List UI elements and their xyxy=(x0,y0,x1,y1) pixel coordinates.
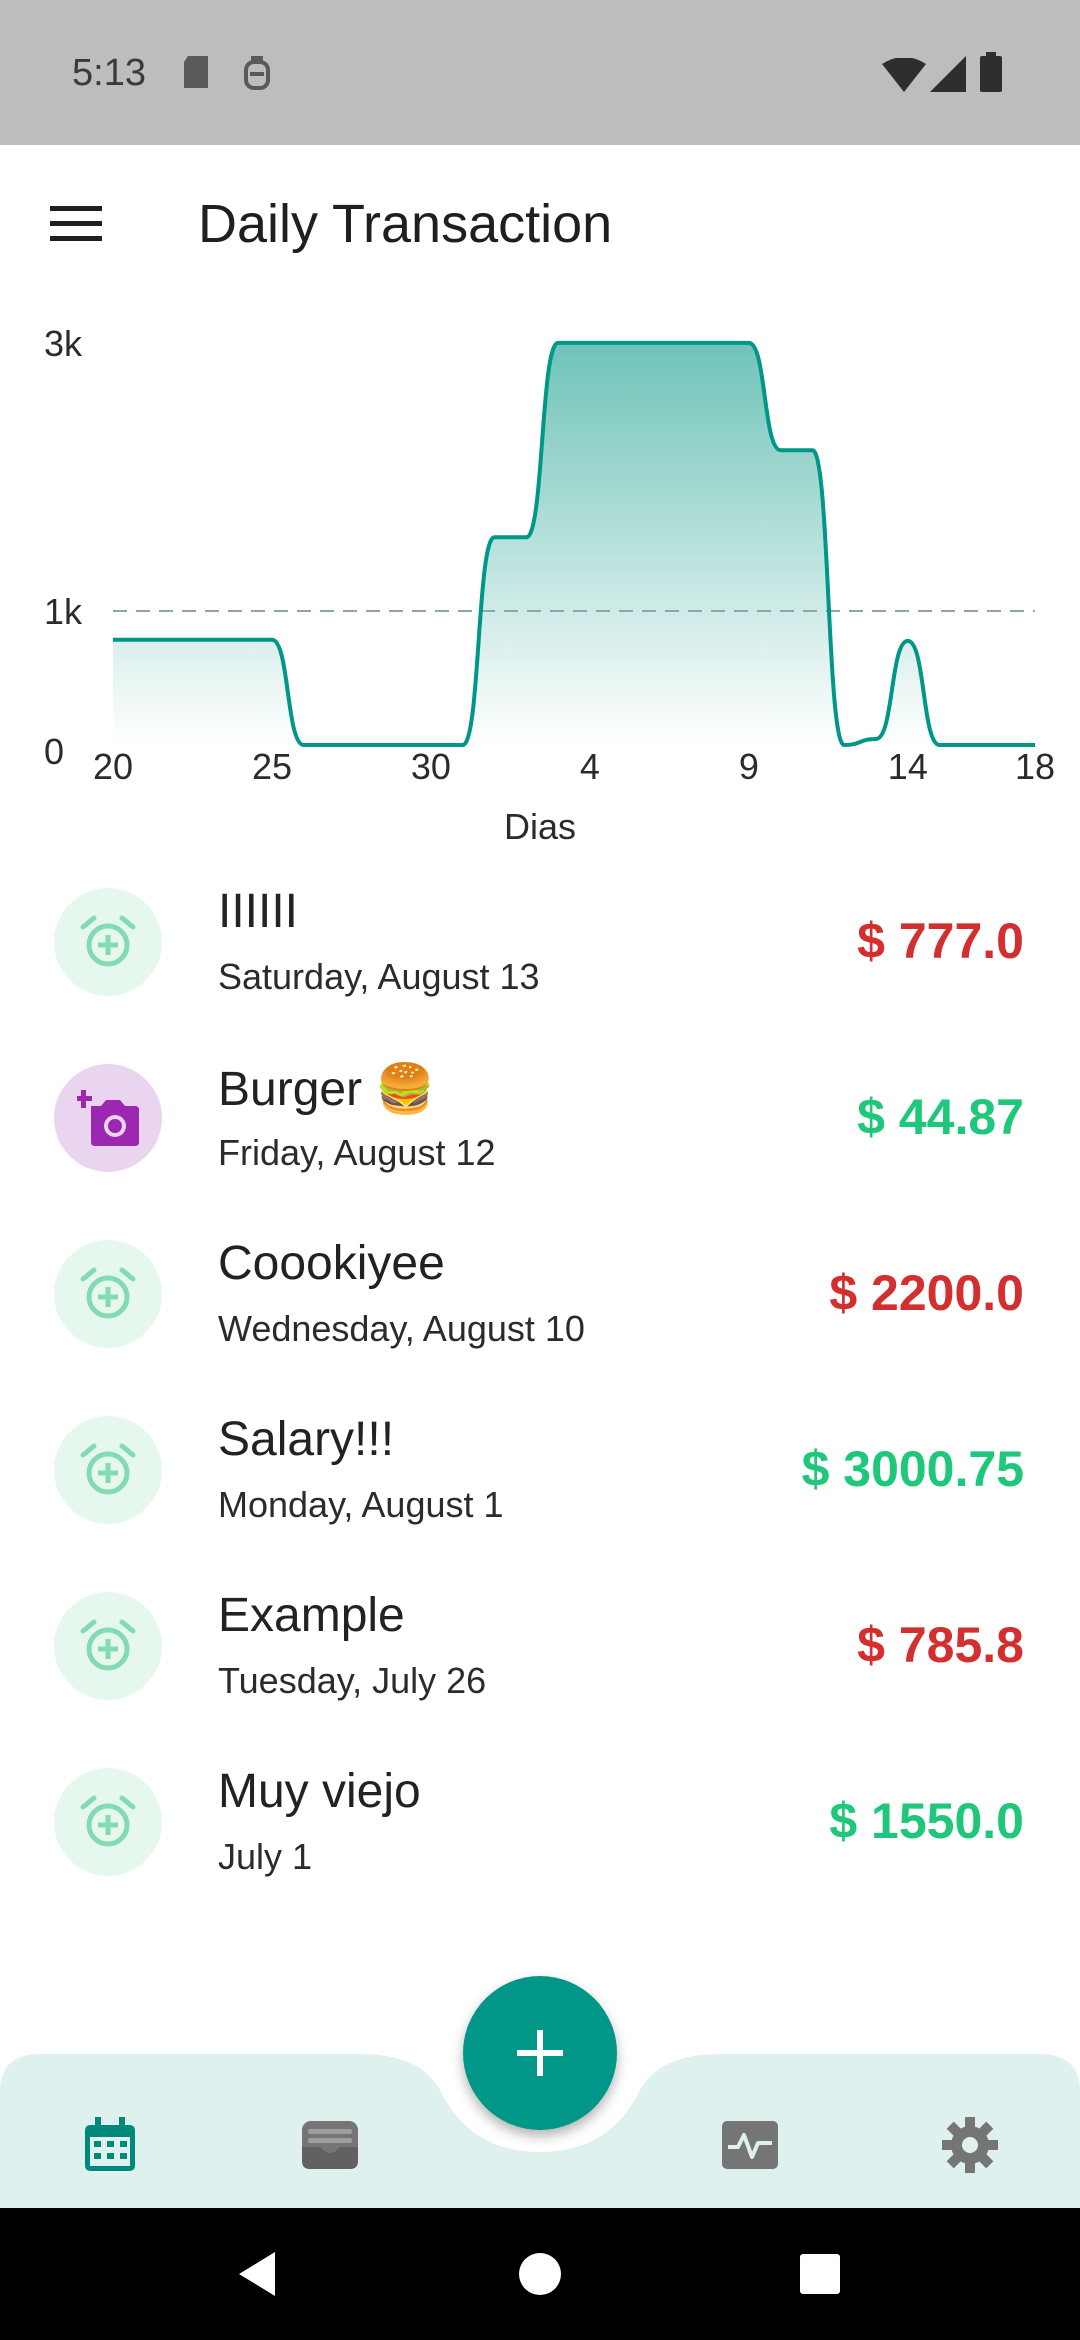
battery-icon xyxy=(980,52,1002,97)
back-icon xyxy=(239,2252,275,2296)
transaction-amount: $ 3000.75 xyxy=(801,1441,1024,1497)
transaction-avatar xyxy=(54,1240,162,1348)
sd-card-icon xyxy=(180,54,212,97)
y-tick-label: 1k xyxy=(44,591,83,632)
x-tick-label: 4 xyxy=(580,746,600,787)
status-bar: 5:13 xyxy=(0,0,1080,145)
transaction-date: Saturday, August 13 xyxy=(218,956,540,997)
chart-svg: 0 1k 3k 20 25 30 4 9 14 18 Dias xyxy=(44,323,1055,847)
x-axis-label: Dias xyxy=(504,806,576,847)
assistant-icon xyxy=(240,54,274,97)
activity-icon xyxy=(722,2121,778,2169)
daily-chart: 0 1k 3k 20 25 30 4 9 14 18 Dias xyxy=(0,305,1080,855)
transaction-amount: $ 1550.0 xyxy=(829,1793,1024,1849)
transaction-amount: $ 2200.0 xyxy=(829,1265,1024,1321)
transaction-row[interactable]: Salary!!! Monday, August 1 $ 3000.75 xyxy=(0,1398,1080,1574)
transaction-row[interactable]: Muy viejo July 1 $ 1550.0 xyxy=(0,1750,1080,1926)
wifi-icon xyxy=(882,57,926,97)
transaction-row[interactable]: Burger 🍔 Friday, August 12 $ 44.87 xyxy=(0,1046,1080,1222)
nav-activity-button[interactable] xyxy=(705,2100,795,2190)
x-tick-label: 20 xyxy=(93,746,133,787)
x-tick-label: 18 xyxy=(1015,746,1055,787)
system-nav-bar xyxy=(0,2208,1080,2340)
menu-icon xyxy=(50,206,102,241)
nav-wallet-button[interactable] xyxy=(285,2100,375,2190)
transaction-amount: $ 777.0 xyxy=(857,913,1024,969)
home-button[interactable] xyxy=(500,2234,580,2314)
transaction-title: Coookiyee xyxy=(218,1237,445,1290)
alarm-add-icon xyxy=(80,915,136,967)
y-tick-label: 0 xyxy=(44,731,64,772)
alarm-add-icon xyxy=(80,1795,136,1847)
recents-button[interactable] xyxy=(780,2234,860,2314)
wallet-icon xyxy=(302,2121,358,2169)
app-bar: Daily Transaction xyxy=(0,145,1080,305)
transaction-row[interactable]: Example Tuesday, July 26 $ 785.8 xyxy=(0,1574,1080,1750)
add-a-photo-icon xyxy=(77,1090,139,1146)
recents-icon xyxy=(800,2254,840,2294)
transaction-amount: $ 44.87 xyxy=(857,1089,1024,1145)
transaction-amount: $ 785.8 xyxy=(857,1617,1024,1673)
signal-icon xyxy=(930,56,966,97)
x-tick-label: 25 xyxy=(252,746,292,787)
transaction-title: Muy viejo xyxy=(218,1765,421,1818)
transaction-date: Tuesday, July 26 xyxy=(218,1660,487,1701)
menu-button[interactable] xyxy=(40,187,114,261)
transaction-avatar xyxy=(54,1416,162,1524)
transaction-title: IIIIII xyxy=(218,885,299,938)
transaction-date: Wednesday, August 10 xyxy=(218,1308,585,1349)
transaction-avatar xyxy=(54,1592,162,1700)
x-tick-label: 9 xyxy=(739,746,759,787)
transaction-avatar xyxy=(54,888,162,996)
transaction-date: July 1 xyxy=(218,1836,313,1877)
alarm-add-icon xyxy=(80,1267,136,1319)
plus-icon xyxy=(517,2030,563,2076)
transaction-title: Salary!!! xyxy=(218,1413,395,1466)
alarm-add-icon xyxy=(80,1443,136,1495)
transaction-row[interactable]: Coookiyee Wednesday, August 10 $ 2200.0 xyxy=(0,1222,1080,1398)
alarm-add-icon xyxy=(80,1619,136,1671)
x-tick-label: 30 xyxy=(411,746,451,787)
transaction-date: Friday, August 12 xyxy=(218,1132,496,1173)
x-tick-label: 14 xyxy=(888,746,928,787)
home-icon xyxy=(519,2253,561,2295)
transaction-date: Monday, August 1 xyxy=(218,1484,504,1525)
y-tick-label: 3k xyxy=(44,323,83,364)
add-transaction-button[interactable] xyxy=(463,1976,617,2130)
chart-area-fill xyxy=(113,342,1035,745)
nav-settings-button[interactable] xyxy=(925,2100,1015,2190)
transaction-avatar xyxy=(54,1064,162,1172)
page-title: Daily Transaction xyxy=(198,194,613,254)
nav-calendar-button[interactable] xyxy=(65,2100,155,2190)
status-time: 5:13 xyxy=(72,52,146,94)
transaction-title: Burger 🍔 xyxy=(218,1063,436,1116)
transaction-row[interactable]: IIIIII Saturday, August 13 $ 777.0 xyxy=(0,870,1080,1046)
settings-icon xyxy=(942,2117,998,2173)
transaction-title: Example xyxy=(218,1589,405,1642)
back-button[interactable] xyxy=(217,2234,297,2314)
calendar-icon xyxy=(85,2117,135,2171)
transaction-avatar xyxy=(54,1768,162,1876)
